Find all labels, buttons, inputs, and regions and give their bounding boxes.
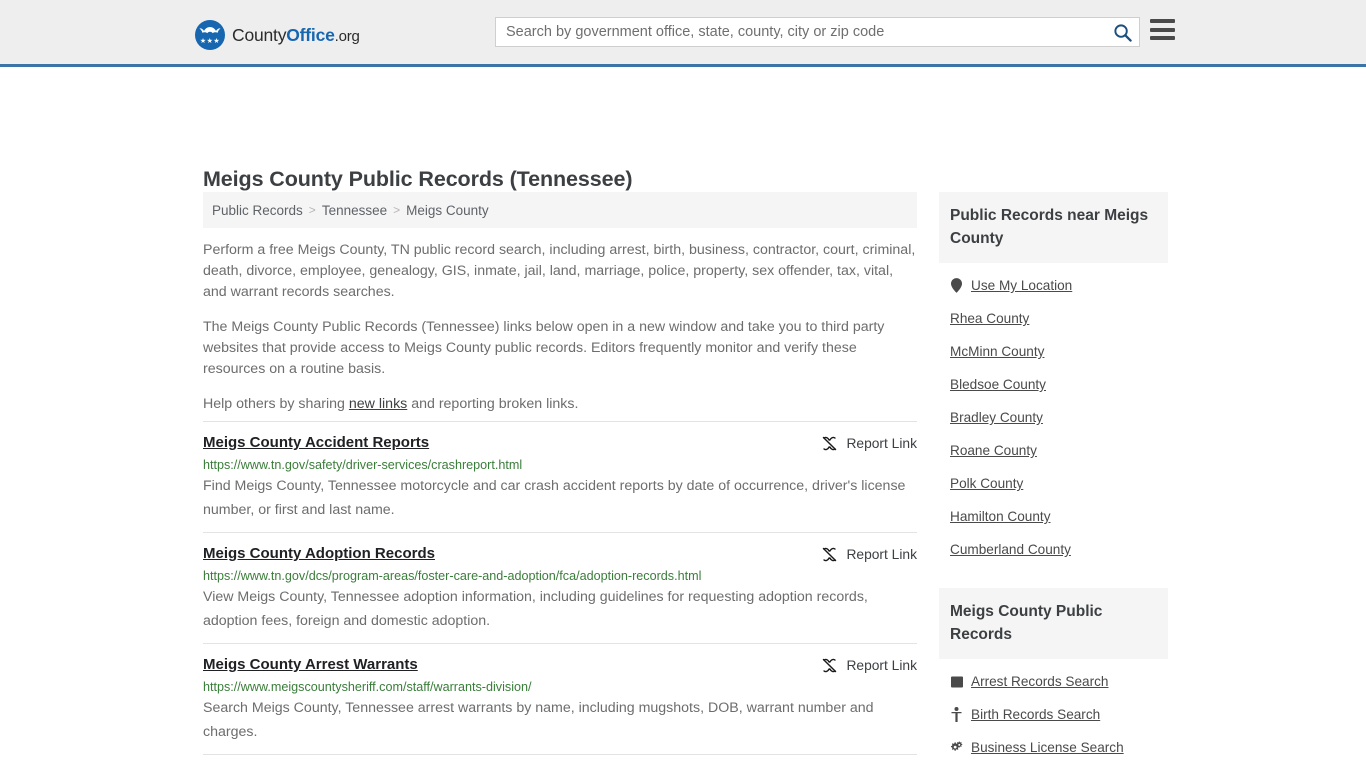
search-input[interactable] [496, 18, 1105, 46]
sidebar-item-hamilton-county[interactable]: Hamilton County [939, 500, 1168, 533]
sidebar-item-cumberland-county[interactable]: Cumberland County [939, 533, 1168, 566]
child-icon [950, 707, 963, 722]
logo-text-county: County [232, 24, 287, 45]
eagle-shield-logo-icon: ★★★ [195, 20, 225, 50]
sidebar-item-mcminn-county[interactable]: McMinn County [939, 335, 1168, 368]
search-icon [1113, 23, 1132, 42]
broken-link-icon [823, 547, 837, 562]
sidebar: Public Records near Meigs County Use My … [939, 192, 1168, 768]
report-link-button[interactable]: Report Link [821, 656, 917, 674]
sidebar-item-bradley-county[interactable]: Bradley County [939, 401, 1168, 434]
intro-paragraph-2: The Meigs County Public Records (Tenness… [203, 319, 885, 377]
sidebar-nearby-heading: Public Records near Meigs County [939, 192, 1168, 263]
sidebar-item-birth-records-search[interactable]: Birth Records Search [939, 698, 1168, 731]
sidebar-item-rhea-county[interactable]: Rhea County [939, 302, 1168, 335]
sidebar-nearby-list: Use My Location Rhea County McMinn Count… [939, 263, 1168, 566]
sidebar-link-label[interactable]: Roane County [950, 443, 1037, 458]
report-link-label: Report Link [846, 658, 917, 673]
site-header: ★★★ CountyOffice.org [0, 0, 1366, 67]
site-logo[interactable]: ★★★ CountyOffice.org [195, 20, 360, 50]
logo-stars-icon: ★★★ [199, 38, 221, 45]
sidebar-link-label[interactable]: Cumberland County [950, 542, 1071, 557]
record-url: https://www.tn.gov/dcs/program-areas/fos… [203, 569, 702, 583]
intro-share-suffix: and reporting broken links. [407, 396, 579, 412]
sidebar-item-polk-county[interactable]: Polk County [939, 467, 1168, 500]
record-url: https://www.meigscountysheriff.com/staff… [203, 680, 532, 694]
report-link-label: Report Link [846, 547, 917, 562]
record-title-link[interactable]: Meigs County Adoption Records [203, 545, 435, 562]
hamburger-bar-1 [1150, 19, 1175, 23]
record-title-link[interactable]: Meigs County Arrest Warrants [203, 656, 418, 673]
search-bar[interactable] [495, 17, 1140, 47]
sidebar-item-contractor-license-search[interactable]: Contractor License Search [939, 764, 1168, 768]
logo-wordmark: CountyOffice.org [232, 25, 360, 46]
record-description: Search Meigs County, Tennessee arrest wa… [203, 700, 874, 740]
record-row: Meigs County Accident Reports Report Lin… [203, 421, 917, 532]
record-header: Meigs County Adoption Records Report Lin… [203, 545, 917, 563]
record-row: Meigs County Adoption Records Report Lin… [203, 532, 917, 643]
report-link-button[interactable]: Report Link [821, 545, 917, 563]
logo-text-office: Office [286, 24, 335, 45]
record-header: Meigs County Arrest Warrants Report Link [203, 656, 917, 674]
intro-paragraph-3: Help others by sharing new links and rep… [203, 394, 917, 415]
intro-share-prefix: Help others by sharing [203, 396, 349, 412]
hamburger-bar-3 [1150, 36, 1175, 40]
new-links-link[interactable]: new links [349, 396, 407, 412]
main-content: Public Records > Tennessee > Meigs Count… [203, 192, 917, 768]
sidebar-item-bledsoe-county[interactable]: Bledsoe County [939, 368, 1168, 401]
report-link-label: Report Link [846, 436, 917, 451]
report-link-button[interactable]: Report Link [821, 434, 917, 452]
breadcrumb-separator-2: > [393, 203, 401, 217]
breadcrumb-separator-1: > [308, 203, 316, 217]
breadcrumb-item-public-records[interactable]: Public Records [212, 203, 303, 218]
eagle-glyph-icon [199, 27, 221, 34]
sidebar-item-roane-county[interactable]: Roane County [939, 434, 1168, 467]
sidebar-item-business-license-search[interactable]: Business License Search [939, 731, 1168, 764]
sidebar-link-label[interactable]: McMinn County [950, 344, 1044, 359]
sidebar-link-label[interactable]: Use My Location [971, 278, 1072, 293]
hamburger-bar-2 [1150, 27, 1175, 32]
record-row: Meigs County Arrest Warrants Report Link… [203, 643, 917, 754]
record-header: Meigs County Accident Reports Report Lin… [203, 434, 917, 452]
breadcrumb: Public Records > Tennessee > Meigs Count… [203, 192, 917, 228]
record-description: Find Meigs County, Tennessee motorcycle … [203, 478, 906, 518]
sidebar-link-label[interactable]: Bledsoe County [950, 377, 1046, 392]
record-row: Meigs County Assessment Rolls Report Lin… [203, 754, 917, 768]
sidebar-link-label[interactable]: Business License Search [971, 740, 1124, 755]
sidebar-item-arrest-records-search[interactable]: Arrest Records Search [939, 665, 1168, 698]
intro-paragraph-1: Perform a free Meigs County, TN public r… [203, 242, 916, 300]
broken-link-icon [823, 436, 837, 451]
logo-text-org: .org [334, 27, 360, 45]
cogs-icon [950, 740, 963, 755]
sidebar-link-label[interactable]: Rhea County [950, 311, 1029, 326]
map-pin-icon [950, 278, 963, 293]
record-url: https://www.tn.gov/safety/driver-service… [203, 458, 523, 472]
sidebar-link-label[interactable]: Arrest Records Search [971, 674, 1109, 689]
page-title: Meigs County Public Records (Tennessee) [203, 167, 633, 192]
record-description: View Meigs County, Tennessee adoption in… [203, 589, 868, 629]
sidebar-records-list: Arrest Records Search Birth Records Sear… [939, 659, 1168, 768]
intro-text: Perform a free Meigs County, TN public r… [203, 240, 917, 415]
sidebar-link-label[interactable]: Birth Records Search [971, 707, 1100, 722]
sidebar-link-label[interactable]: Hamilton County [950, 509, 1051, 524]
record-title-link[interactable]: Meigs County Accident Reports [203, 434, 429, 451]
hamburger-menu-icon[interactable] [1150, 19, 1175, 40]
search-button[interactable] [1105, 18, 1139, 46]
breadcrumb-item-meigs-county[interactable]: Meigs County [406, 203, 489, 218]
sidebar-item-use-my-location[interactable]: Use My Location [939, 269, 1168, 302]
sidebar-link-label[interactable]: Polk County [950, 476, 1023, 491]
fingerprint-icon [950, 674, 963, 689]
broken-link-icon [823, 658, 837, 673]
sidebar-link-label[interactable]: Bradley County [950, 410, 1043, 425]
breadcrumb-item-tennessee[interactable]: Tennessee [322, 203, 387, 218]
sidebar-records-heading: Meigs County Public Records [939, 588, 1168, 659]
